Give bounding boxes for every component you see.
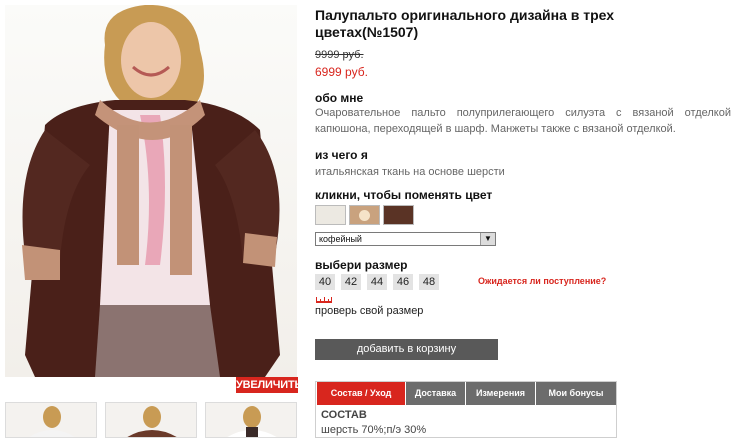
material-heading: из чего я [315, 148, 368, 162]
sale-price: 6999 руб. [315, 65, 368, 79]
model-illustration [22, 5, 280, 377]
size-option-40[interactable]: 40 [315, 274, 335, 290]
tab-content-text: шерсть 70%;п/э 30% [321, 424, 427, 436]
thumbnail-strip [5, 402, 299, 438]
info-tabs: Состав / Уход Доставка Измерения Мои бон… [315, 381, 617, 438]
zoom-button[interactable]: УВЕЛИЧИТЬ [236, 377, 302, 393]
button-icon [359, 210, 370, 221]
swatch-brown[interactable] [383, 205, 414, 225]
size-option-48[interactable]: 48 [419, 274, 439, 290]
ruler-icon [316, 297, 332, 303]
color-heading: кликни, чтобы поменять цвет [315, 188, 493, 202]
about-heading: обо мне [315, 91, 364, 105]
chevron-down-icon[interactable]: ▼ [480, 233, 495, 245]
thumbnail-1[interactable] [5, 402, 97, 438]
about-text: Очаровательное пальто полуприлегающего с… [315, 107, 731, 135]
thumbnail-2[interactable] [105, 402, 197, 438]
product-photo[interactable] [5, 5, 297, 377]
tab-delivery[interactable]: Доставка [406, 382, 466, 405]
color-select[interactable]: кофейный ▼ [315, 232, 496, 246]
tab-composition[interactable]: Состав / Уход [317, 382, 406, 405]
tab-bonuses[interactable]: Мои бонусы [536, 382, 616, 405]
size-heading: выбери размер [315, 258, 408, 272]
size-option-44[interactable]: 44 [367, 274, 387, 290]
swatch-white[interactable] [315, 205, 346, 225]
product-title: Палупальто оригинального дизайна в трех … [315, 7, 615, 40]
thumbnail-3[interactable] [205, 402, 297, 438]
tab-measurements[interactable]: Измерения [466, 382, 536, 405]
add-to-cart-button[interactable]: добавить в корзину [315, 339, 498, 360]
restock-link[interactable]: Ожидается ли поступление? [478, 276, 606, 286]
old-price: 9999 руб. [315, 49, 364, 61]
size-check-link[interactable]: проверь свой размер [315, 305, 423, 317]
color-select-value: кофейный [319, 234, 362, 244]
tab-content-heading: СОСТАВ [321, 409, 367, 421]
size-option-46[interactable]: 46 [393, 274, 413, 290]
swatch-beige[interactable] [349, 205, 380, 225]
size-option-42[interactable]: 42 [341, 274, 361, 290]
material-text: итальянская ткань на основе шерсти [315, 166, 505, 178]
